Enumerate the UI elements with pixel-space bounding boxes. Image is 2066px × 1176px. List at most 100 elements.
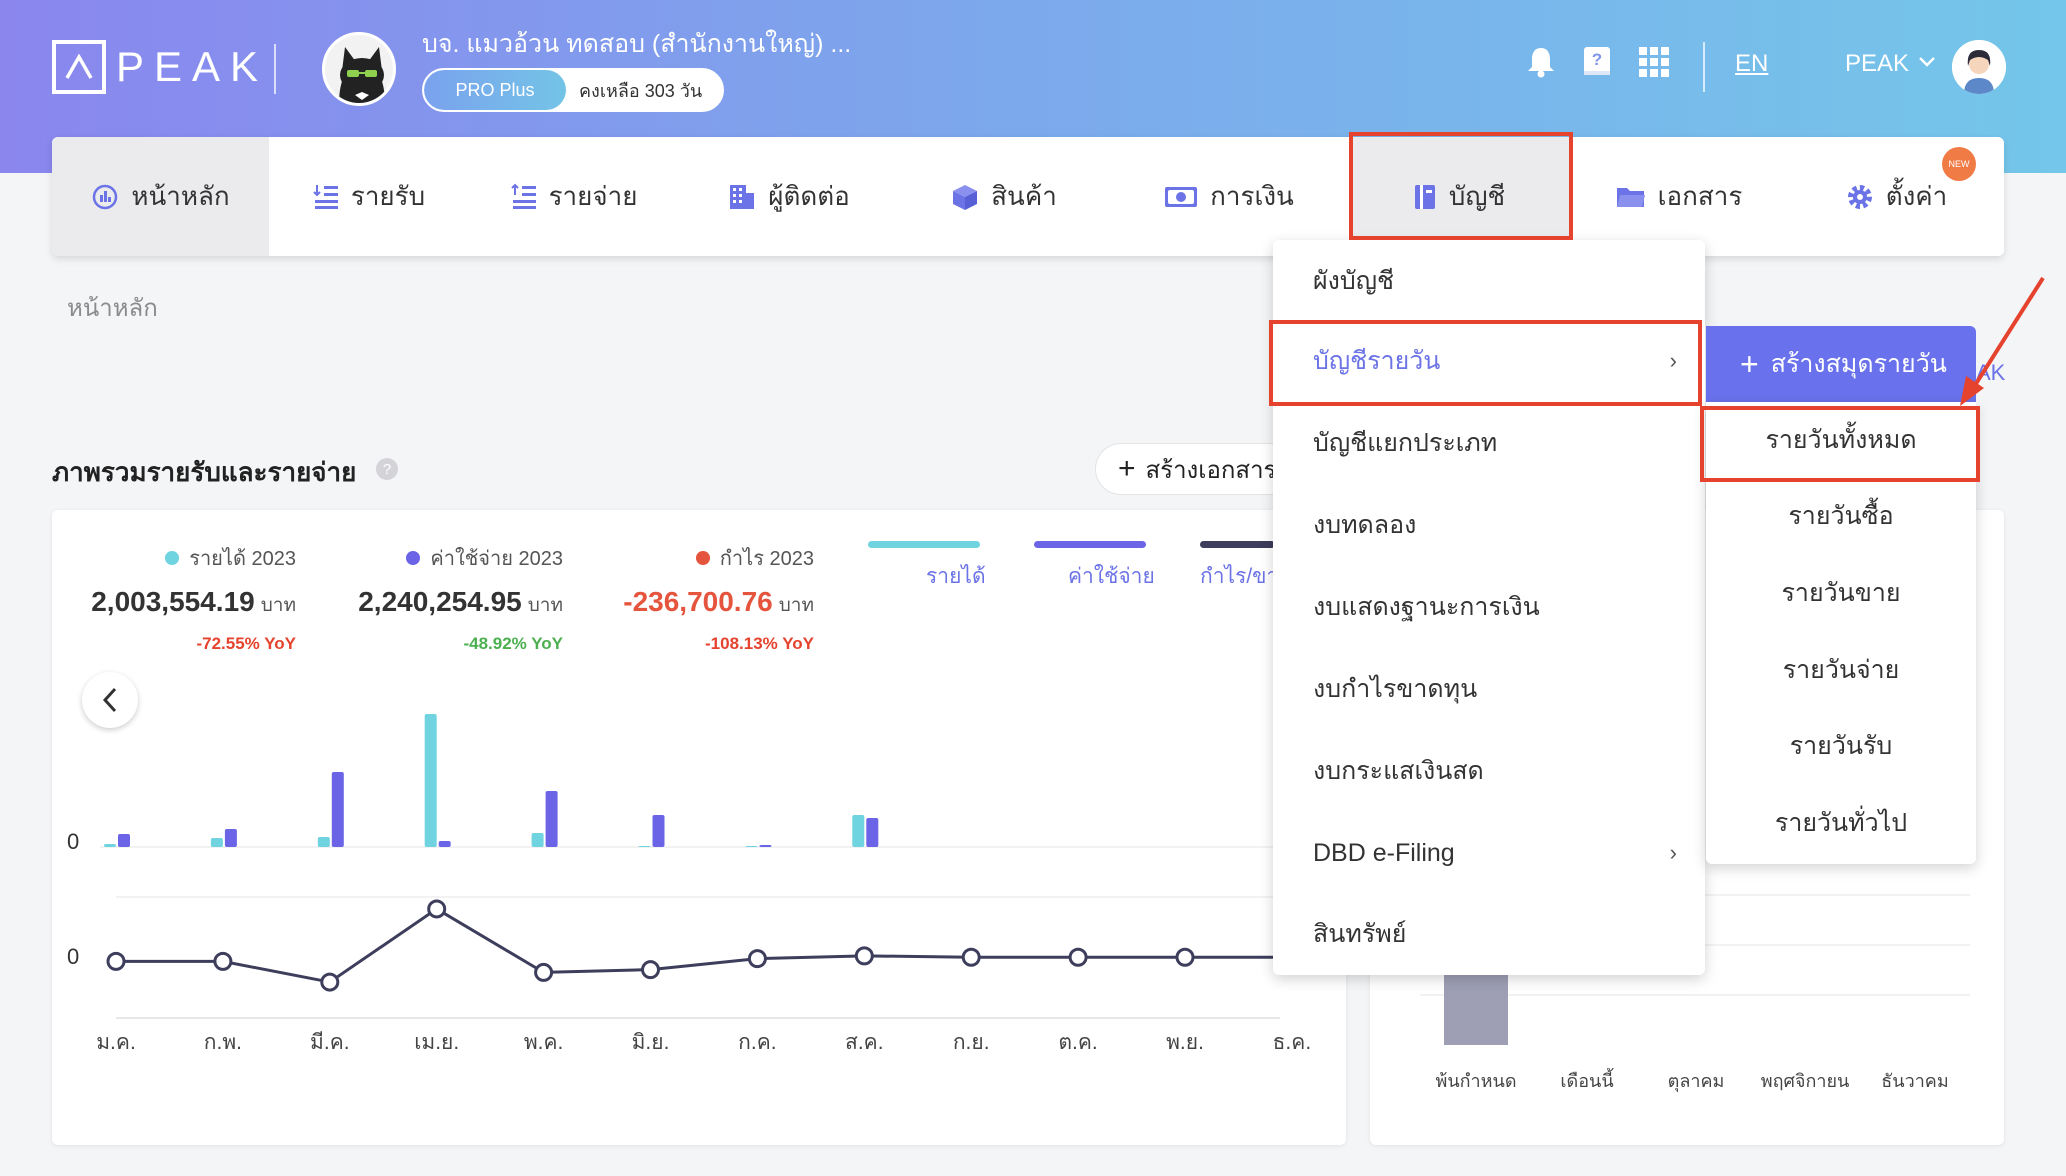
nav-expense-label: รายจ่าย xyxy=(548,181,638,211)
month-tick-label: ม.ค. xyxy=(96,1031,136,1054)
profit-point[interactable] xyxy=(534,962,554,982)
income-bar[interactable] xyxy=(104,844,116,847)
dropdown-item-label: ผังบัญชี xyxy=(1313,267,1394,295)
profit-point[interactable] xyxy=(961,947,981,967)
income-bar[interactable] xyxy=(424,714,437,847)
dashboard-icon xyxy=(91,183,119,211)
income-dot-icon xyxy=(165,551,180,565)
month-tick-label: พ.ย. xyxy=(1166,1031,1204,1054)
receivable-tick-label: ตุลาคม xyxy=(1667,1071,1725,1091)
month-tick-label: ก.ค. xyxy=(738,1031,777,1054)
expense-bar[interactable] xyxy=(438,841,451,847)
kpi-income-yoy: -72.55% YoY xyxy=(196,634,296,653)
nav-income-label: รายรับ xyxy=(350,181,426,211)
annotation-arrow-icon xyxy=(1960,276,2045,406)
plan-badge: PRO Plus xyxy=(424,70,566,110)
contacts-building-icon xyxy=(728,183,756,211)
company-avatar[interactable] xyxy=(322,32,396,106)
dropdown-item[interactable]: ผังบัญชี xyxy=(1273,240,1705,322)
language-switch[interactable]: EN xyxy=(1735,50,1768,78)
company-name[interactable]: บจ. แมวอ้วน ทดสอบ (สำนักงานใหญ่) ... xyxy=(422,24,851,64)
expense-bar[interactable] xyxy=(866,818,879,847)
plan-pill[interactable]: PRO Plus คงเหลือ 303 วัน xyxy=(422,68,724,112)
help-book-icon[interactable]: ? xyxy=(1577,42,1617,82)
month-tick-label: ก.พ. xyxy=(203,1031,243,1054)
nav-products-label: สินค้า xyxy=(991,181,1057,211)
legend-income-label[interactable]: รายได้ xyxy=(926,560,986,593)
highlight-daily-journal-item xyxy=(1269,320,1702,406)
expense-bar[interactable] xyxy=(118,834,130,847)
kpi-profit-label: กำไร 2023 xyxy=(719,548,814,570)
dropdown-item[interactable]: สินทรัพย์ xyxy=(1273,893,1705,975)
profit-point[interactable] xyxy=(1175,947,1195,967)
nav-contacts[interactable]: ผู้ติดต่อ xyxy=(679,137,899,256)
dropdown-item[interactable]: DBD e-Filing › xyxy=(1273,812,1705,894)
receivable-tick-label: ธันวาคม xyxy=(1881,1071,1949,1091)
income-bar[interactable] xyxy=(531,833,544,847)
logo-mark-icon xyxy=(52,40,106,94)
help-icon[interactable]: ? xyxy=(376,458,398,480)
dropdown-item[interactable]: งบกำไรขาดทุน xyxy=(1273,648,1705,730)
plan-remaining: คงเหลือ 303 วัน xyxy=(579,80,703,101)
kpi-income-value: 2,003,554.19 xyxy=(91,586,255,617)
nav-income[interactable]: รายรับ xyxy=(269,137,469,256)
peak-logo[interactable]: PEAK xyxy=(52,40,268,94)
dropdown-item-label: งบทดลอง xyxy=(1313,511,1417,539)
profit-point[interactable] xyxy=(106,951,126,971)
expense-bar[interactable] xyxy=(331,772,344,847)
apps-grid-icon[interactable] xyxy=(1634,42,1674,82)
expense-bar[interactable] xyxy=(545,791,558,847)
profit-point[interactable] xyxy=(747,949,767,969)
legend-income-swatch xyxy=(868,541,980,548)
month-tick-label: มี.ค. xyxy=(310,1031,350,1054)
breadcrumb[interactable]: หน้าหลัก xyxy=(67,288,158,327)
income-bar[interactable] xyxy=(210,838,223,847)
user-menu[interactable]: PEAK xyxy=(1845,50,1909,78)
kpi-expense-label: ค่าใช้จ่าย 2023 xyxy=(430,548,563,570)
income-bar[interactable] xyxy=(638,846,651,847)
income-bar[interactable] xyxy=(317,837,330,847)
legend-expense-label[interactable]: ค่าใช้จ่าย xyxy=(1068,560,1155,593)
profit-point[interactable] xyxy=(427,899,447,919)
income-bar[interactable] xyxy=(852,815,865,847)
legend-profit-label[interactable]: กำไร/ขา xyxy=(1200,560,1278,593)
submenu-item[interactable]: รายวันทั่วไป xyxy=(1706,785,1976,861)
user-avatar[interactable] xyxy=(1952,40,2006,94)
profit-point[interactable] xyxy=(854,946,874,966)
submenu-item[interactable]: รายวันจ่าย xyxy=(1706,632,1976,708)
profit-point[interactable] xyxy=(641,960,660,980)
highlight-all-journals-item xyxy=(1700,406,1980,482)
nav-products[interactable]: สินค้า xyxy=(899,137,1109,256)
logo-text: PEAK xyxy=(116,43,269,90)
bell-icon[interactable] xyxy=(1521,42,1561,82)
profit-line xyxy=(116,907,1280,984)
dropdown-item[interactable]: บัญชีแยกประเภท xyxy=(1273,402,1705,484)
submenu-item[interactable]: รายวันซื้อ xyxy=(1706,478,1976,554)
nav-documents[interactable]: เอกสาร xyxy=(1569,137,1789,256)
expense-bar[interactable] xyxy=(224,829,237,847)
nav-finance[interactable]: การเงิน xyxy=(1109,137,1349,256)
chevron-down-icon[interactable] xyxy=(1918,52,1936,75)
income-bar[interactable] xyxy=(745,846,758,847)
nav-settings-label: ตั้งค่า xyxy=(1885,181,1948,211)
dropdown-item[interactable]: งบทดลอง xyxy=(1273,484,1705,566)
profit-point[interactable] xyxy=(1068,947,1088,967)
submenu-item[interactable]: รายวันขาย xyxy=(1706,555,1976,631)
profit-point[interactable] xyxy=(320,972,340,992)
dropdown-item[interactable]: งบแสดงฐานะการเงิน xyxy=(1273,566,1705,648)
nav-expense[interactable]: รายจ่าย xyxy=(469,137,679,256)
nav-home[interactable]: หน้าหลัก xyxy=(52,137,269,256)
submenu-item[interactable]: รายวันรับ xyxy=(1706,708,1976,784)
receivable-tick-label: เดือนนี้ xyxy=(1560,1071,1614,1091)
new-badge: NEW xyxy=(1942,147,1976,181)
expense-bar[interactable] xyxy=(652,815,665,847)
profit-dot-icon xyxy=(695,551,710,565)
create-document-button[interactable]: + สร้างเอกสาร xyxy=(1095,443,1295,495)
folder-icon xyxy=(1616,185,1646,209)
expense-bar[interactable] xyxy=(759,845,772,847)
dropdown-item[interactable]: งบกระแสเงินสด xyxy=(1273,730,1705,812)
profit-point[interactable] xyxy=(213,951,233,971)
dropdown-item-label: สินทรัพย์ xyxy=(1313,920,1407,948)
create-journal-button[interactable]: + สร้างสมุดรายวัน xyxy=(1706,326,1976,402)
nav-home-label: หน้าหลัก xyxy=(131,181,230,211)
